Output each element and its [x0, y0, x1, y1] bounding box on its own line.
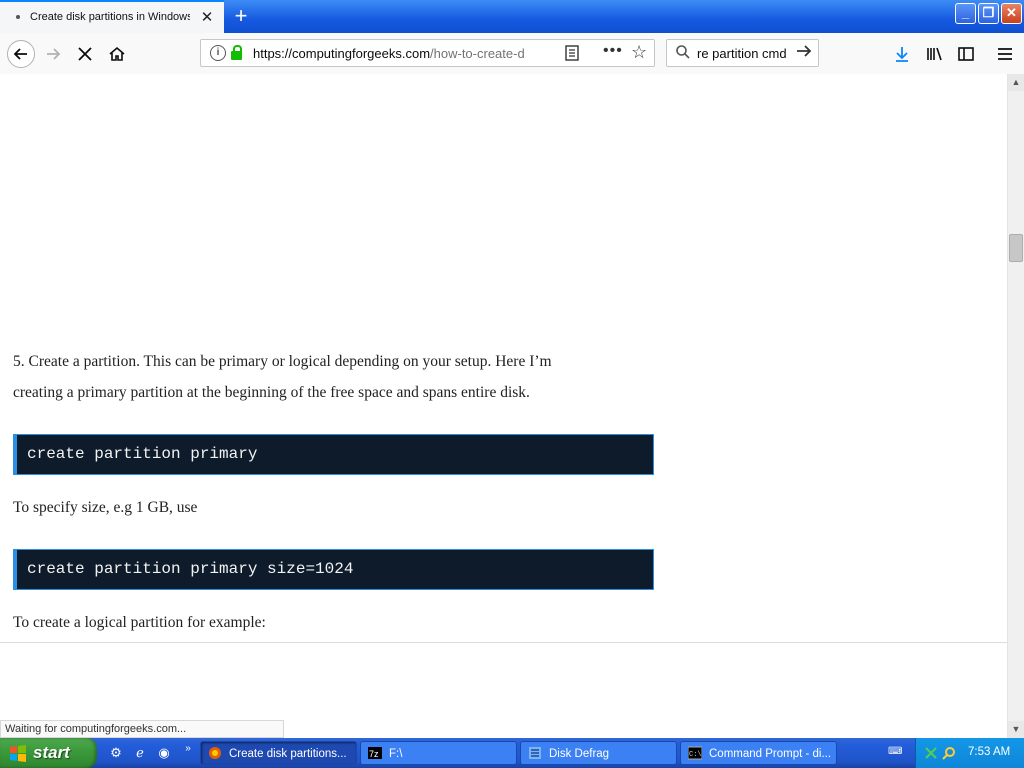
paragraph-step5-line2: creating a primary partition at the begi… — [13, 384, 530, 401]
page-content: 5. Create a partition. This can be prima… — [0, 74, 1007, 720]
taskbar-item-7zip[interactable]: 7z F:\ — [360, 741, 517, 765]
start-label: start — [33, 743, 70, 762]
tab-close-icon[interactable]: ✕ — [198, 9, 216, 27]
taskbar-item-label: Disk Defrag — [549, 748, 610, 760]
library-icon — [927, 47, 942, 61]
taskbar-item-label: F:\ — [389, 748, 403, 760]
url-bar[interactable]: i https://computingforgeeks.com/how-to-c… — [200, 39, 655, 67]
scrollbar-thumb[interactable] — [1009, 234, 1023, 262]
code-text: create partition primary — [27, 445, 258, 463]
bookmark-star-icon[interactable]: ☆ — [631, 42, 647, 63]
stop-icon — [78, 47, 92, 61]
scroll-down-arrow-icon[interactable]: ▼ — [1008, 721, 1024, 738]
sidebar-icon — [958, 47, 974, 61]
page-actions-icon[interactable]: ••• — [603, 42, 623, 60]
stop-button[interactable] — [72, 41, 98, 67]
taskbar-item-firefox[interactable]: Create disk partitions... — [200, 741, 357, 765]
command-prompt-icon: C:\ — [688, 746, 702, 760]
title-bar: Create disk partitions in Windows u ✕ + … — [0, 0, 1024, 33]
code-block-create-primary-size: create partition primary size=1024 — [13, 549, 654, 590]
vertical-scrollbar[interactable] — [1007, 74, 1024, 738]
firefox-icon — [209, 747, 221, 759]
taskbar-item-command-prompt[interactable]: C:\ Command Prompt - di... — [680, 741, 837, 765]
lock-icon[interactable] — [231, 45, 242, 60]
system-tray: 7:53 AM — [915, 738, 1024, 768]
code-text: create partition primary size=1024 — [27, 560, 354, 578]
url-text[interactable]: https://computingforgeeks.com/how-to-cre… — [253, 46, 553, 61]
downloads-button[interactable] — [889, 41, 915, 67]
new-tab-button[interactable]: + — [228, 3, 254, 29]
start-button[interactable]: start — [0, 738, 97, 768]
clock[interactable]: 7:53 AM — [968, 746, 1010, 758]
svg-text:7z: 7z — [369, 749, 379, 759]
minimize-button[interactable]: _ — [955, 3, 976, 24]
loading-indicator-icon — [16, 15, 20, 19]
disk-defrag-icon — [529, 747, 541, 759]
download-arrow-icon — [896, 47, 908, 62]
quicklaunch-settings-icon[interactable]: ⚙ — [108, 745, 124, 761]
back-arrow-icon — [13, 48, 27, 60]
search-tray-icon[interactable] — [942, 746, 956, 760]
home-icon — [109, 46, 125, 61]
search-icon — [676, 45, 690, 59]
library-button[interactable] — [921, 41, 947, 67]
quicklaunch-media-player-icon[interactable]: ◉ — [156, 745, 172, 761]
navigation-toolbar: i https://computingforgeeks.com/how-to-c… — [0, 33, 1024, 75]
browser-tab[interactable]: Create disk partitions in Windows u ✕ — [0, 0, 224, 33]
divider — [0, 642, 1007, 643]
search-input[interactable]: re partition cmd — [697, 46, 787, 61]
url-path: /how-to-create-d — [430, 46, 525, 61]
hamburger-menu-button[interactable] — [992, 41, 1018, 67]
svg-text:C:\: C:\ — [689, 751, 702, 759]
paragraph-logical: To create a logical partition for exampl… — [13, 614, 266, 631]
paragraph-size: To specify size, e.g 1 GB, use — [13, 499, 198, 516]
search-go-arrow-icon[interactable] — [795, 42, 813, 60]
home-button[interactable] — [104, 41, 130, 67]
restore-button[interactable]: ❐ — [978, 3, 999, 24]
hamburger-icon — [998, 48, 1012, 60]
taskbar-item-label: Create disk partitions... — [229, 748, 347, 760]
taskbar-item-disk-defrag[interactable]: Disk Defrag — [520, 741, 677, 765]
search-bar[interactable]: re partition cmd — [666, 39, 819, 67]
taskbar: start ⚙ ℯ ◉ » Create disk partitions... … — [0, 738, 1024, 768]
taskbar-item-label: Command Prompt - di... — [709, 748, 832, 760]
windows-logo-icon — [10, 745, 26, 762]
scroll-up-arrow-icon[interactable]: ▲ — [1008, 74, 1024, 91]
code-block-create-primary: create partition primary — [13, 434, 654, 475]
info-icon[interactable]: i — [210, 45, 226, 61]
network-icon[interactable] — [924, 746, 938, 760]
close-window-button[interactable]: ✕ — [1001, 3, 1022, 24]
forward-button[interactable] — [40, 41, 66, 67]
7zip-icon: 7z — [368, 747, 382, 759]
sidebar-toggle-button[interactable] — [953, 41, 979, 67]
paragraph-step5-line1: 5. Create a partition. This can be prima… — [13, 353, 552, 370]
url-host: https://computingforgeeks.com — [253, 46, 431, 61]
tab-title: Create disk partitions in Windows u — [30, 11, 190, 23]
quicklaunch-ie-icon[interactable]: ℯ — [132, 745, 148, 761]
quicklaunch-expand-icon[interactable]: » — [180, 741, 196, 757]
forward-arrow-icon — [47, 48, 61, 60]
keyboard-icon[interactable]: ⌨ — [888, 746, 902, 758]
status-text: Waiting for computingforgeeks.com... — [0, 720, 284, 738]
reader-view-icon[interactable] — [563, 44, 581, 62]
back-button[interactable] — [7, 40, 35, 68]
